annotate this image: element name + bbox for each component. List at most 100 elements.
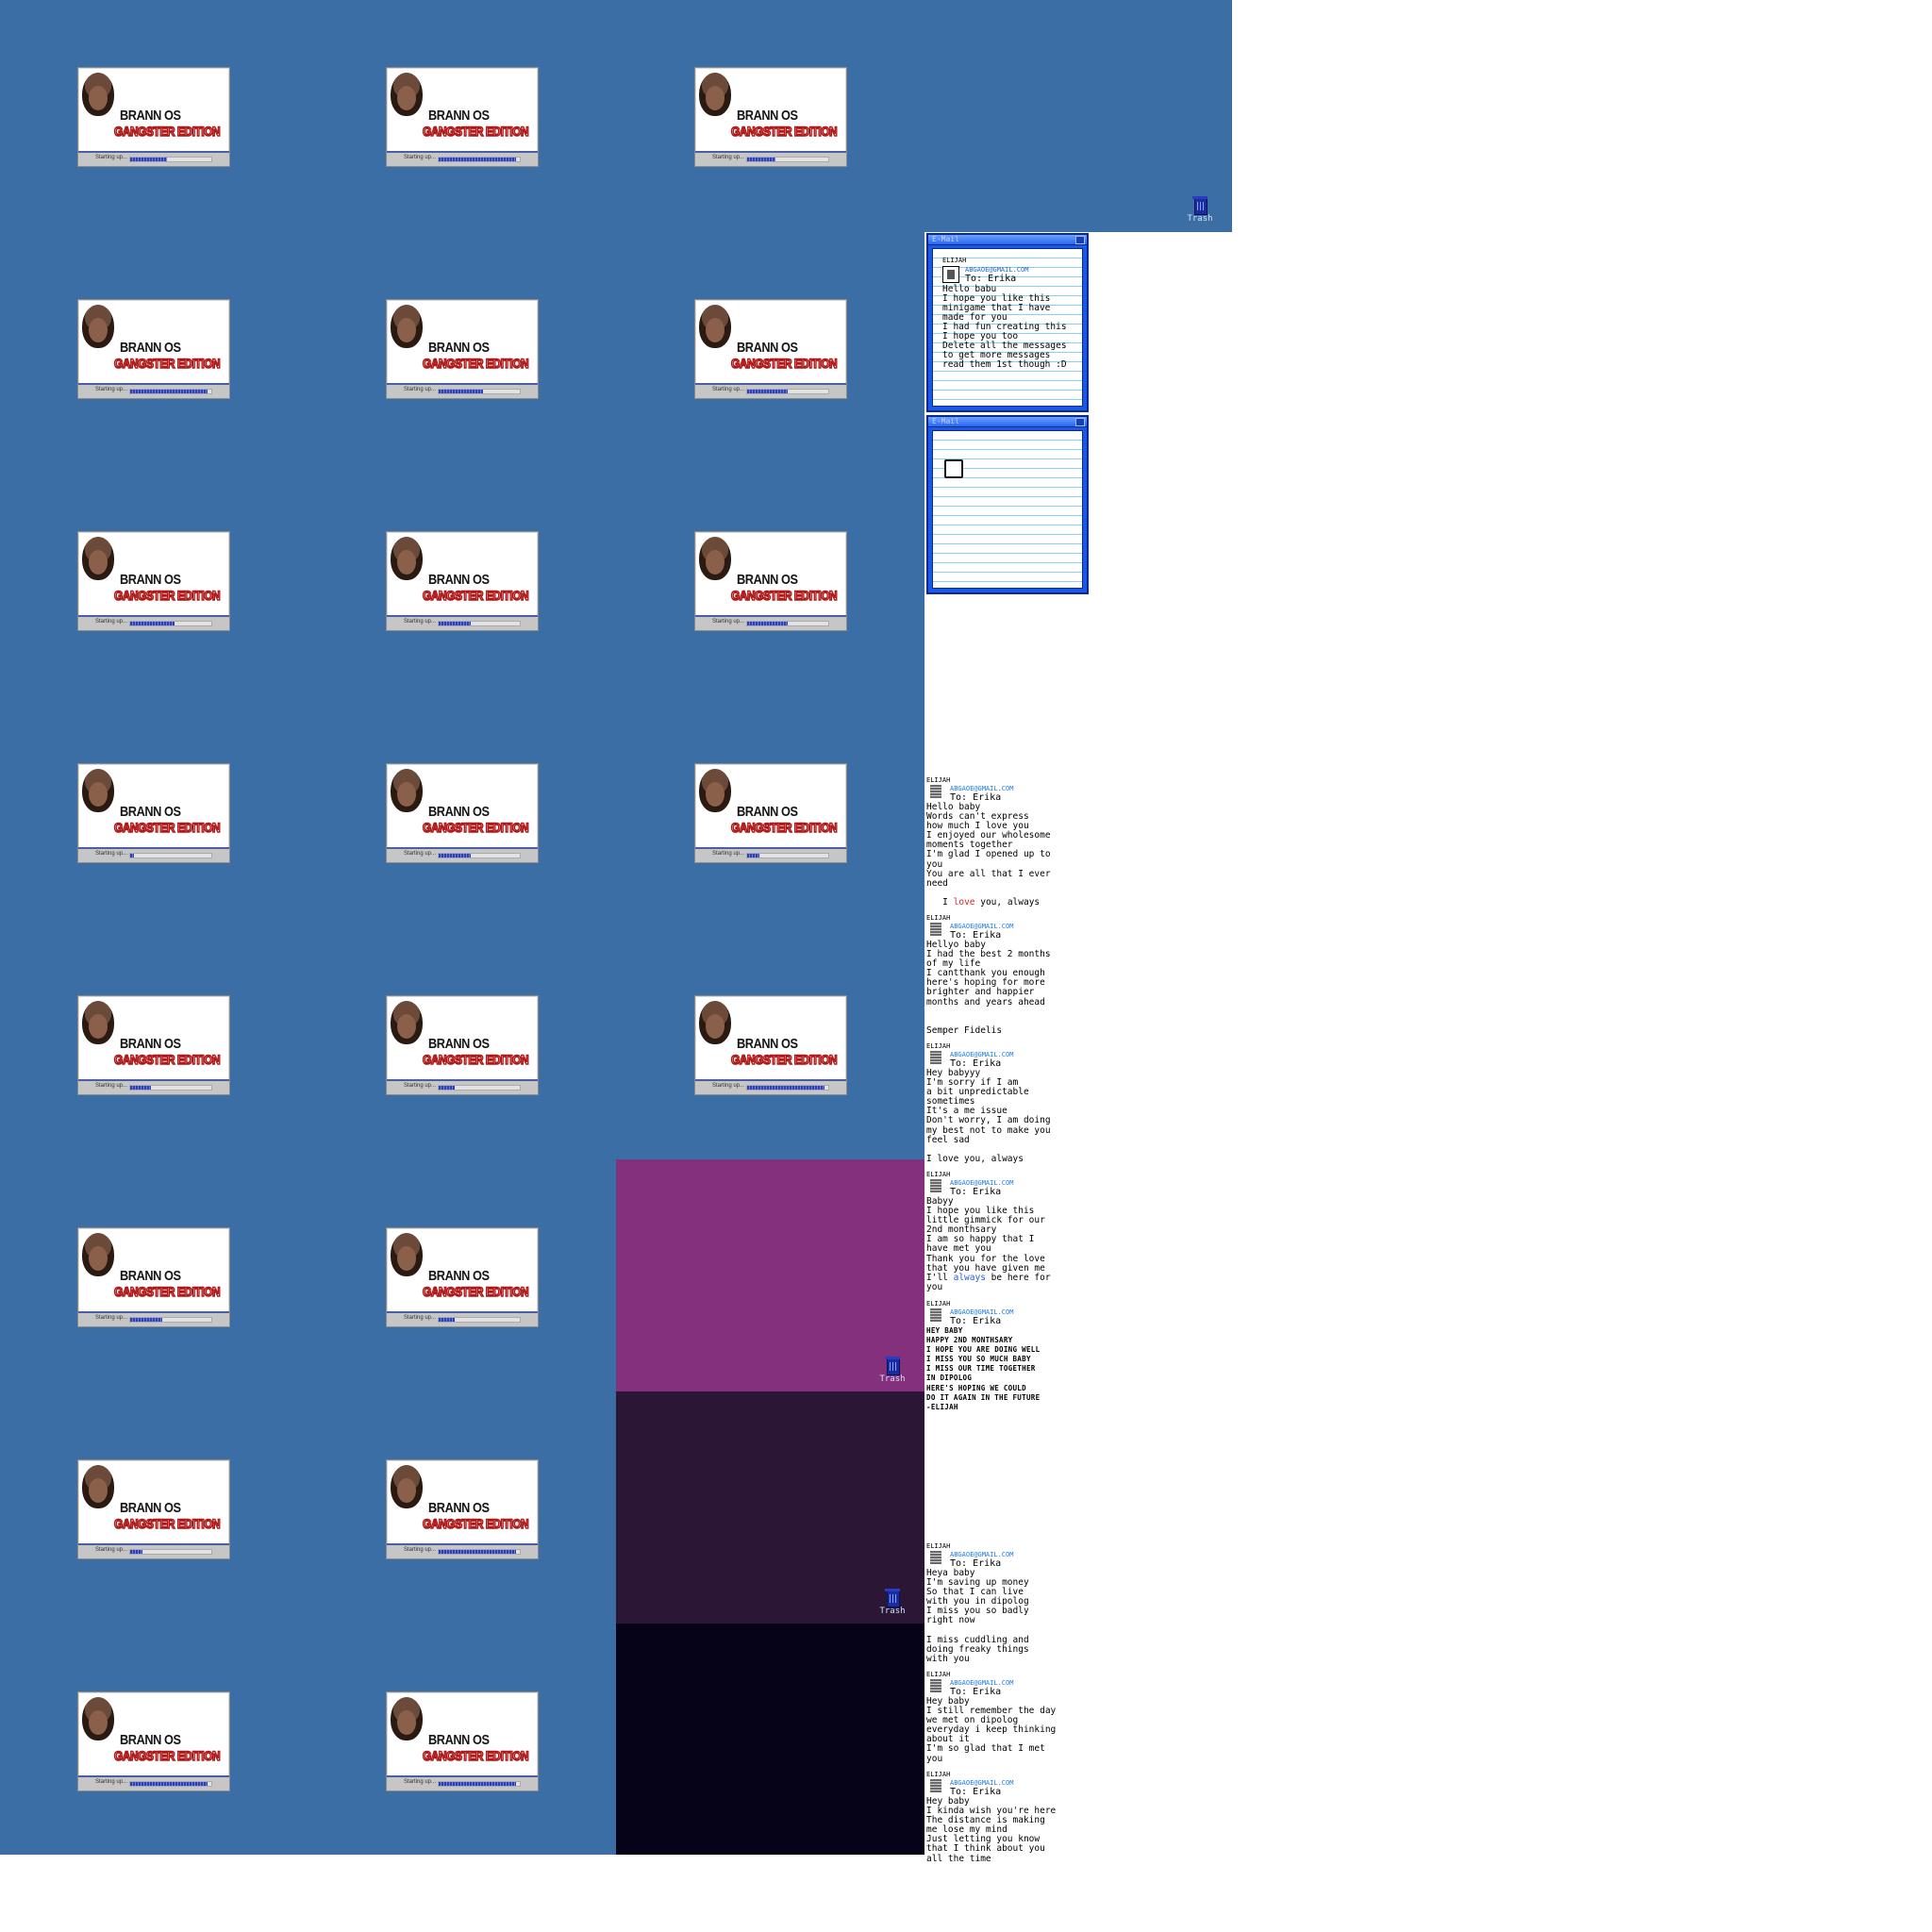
window-titlebar[interactable]: E-Mail	[928, 235, 1087, 245]
os-title: BRANN OS	[120, 108, 181, 124]
boot-screen-window: BRANN OS GANGSTER EDITION Starting up...	[694, 299, 847, 399]
avatar-photo	[391, 1233, 423, 1276]
sender-email: ABGAOE@GMAIL.COM	[950, 1551, 1014, 1558]
status-label: Starting up...	[404, 1779, 437, 1785]
status-bar: Starting up...	[695, 847, 846, 862]
close-icon[interactable]	[1075, 418, 1085, 426]
status-label: Starting up...	[95, 1547, 128, 1553]
avatar-photo	[82, 1001, 114, 1044]
trash-icon[interactable]: Trash	[879, 1357, 906, 1387]
status-label: Starting up...	[404, 1315, 437, 1321]
progress-track	[129, 1085, 212, 1091]
progress-fill	[439, 1318, 456, 1322]
os-subtitle: GANGSTER EDITION	[113, 123, 221, 140]
status-bar: Starting up...	[695, 615, 846, 630]
os-title: BRANN OS	[120, 1732, 181, 1748]
os-title: BRANN OS	[120, 1500, 181, 1516]
desktop-panel-navy	[616, 1624, 924, 1855]
avatar-photo	[391, 769, 423, 812]
os-subtitle: GANGSTER EDITION	[422, 819, 529, 836]
trash-icon[interactable]: Trash	[1187, 196, 1213, 226]
avatar-icon	[930, 1179, 941, 1192]
trash-can-icon	[885, 1357, 900, 1375]
window-titlebar[interactable]: E-Mail	[928, 417, 1087, 427]
sender-email: ABGAOE@GMAIL.COM	[965, 266, 1029, 274]
status-label: Starting up...	[95, 1779, 128, 1785]
status-bar: Starting up...	[78, 383, 229, 398]
os-subtitle: GANGSTER EDITION	[422, 1515, 529, 1532]
message-text: Hello baby Words can't express how much …	[926, 802, 1051, 908]
email-paper: ELIJAH ABGAOE@GMAIL.COM To: Erika Hello …	[932, 248, 1083, 407]
boot-screen-window: BRANN OS GANGSTER EDITION Starting up...	[694, 531, 847, 631]
avatar-icon	[930, 1308, 941, 1322]
sender-name: ELIJAH	[926, 1771, 951, 1778]
status-label: Starting up...	[95, 387, 128, 392]
trash-label: Trash	[879, 1374, 906, 1384]
message-body: Hello baby Words can't express how much …	[926, 802, 1077, 908]
message-text: you, always	[974, 896, 1041, 908]
progress-fill	[130, 1782, 208, 1786]
os-title: BRANN OS	[120, 1036, 181, 1052]
sender-name: ELIJAH	[926, 1671, 951, 1678]
os-title: BRANN OS	[120, 340, 181, 356]
sender-email: ABGAOE@GMAIL.COM	[950, 1179, 1014, 1187]
sender-name: ELIJAH	[926, 1542, 951, 1550]
progress-fill	[130, 622, 175, 625]
progress-track	[129, 1317, 212, 1323]
boot-screen-window: BRANN OS GANGSTER EDITION Starting up...	[77, 1459, 230, 1559]
trash-icon[interactable]: Trash	[879, 1589, 906, 1619]
os-subtitle: GANGSTER EDITION	[113, 1051, 221, 1068]
avatar-photo	[699, 73, 731, 116]
sender-name: ELIJAH	[926, 1171, 951, 1178]
boot-screen-window: BRANN OS GANGSTER EDITION Starting up...	[694, 763, 847, 863]
status-label: Starting up...	[404, 1083, 437, 1089]
progress-track	[438, 1781, 521, 1787]
desktop-panel-dark-purple	[616, 1391, 924, 1624]
status-bar: Starting up...	[387, 1543, 538, 1558]
close-icon[interactable]	[1075, 236, 1085, 244]
os-title: BRANN OS	[428, 108, 490, 124]
message-highlight: always	[953, 1272, 986, 1283]
delete-checkbox[interactable]	[944, 459, 963, 478]
progress-track	[129, 853, 212, 858]
avatar-photo	[391, 1001, 423, 1044]
boot-screen-window: BRANN OS GANGSTER EDITION Starting up...	[77, 995, 230, 1095]
status-label: Starting up...	[404, 155, 437, 160]
status-bar: Starting up...	[695, 1079, 846, 1094]
avatar-icon	[930, 1551, 941, 1564]
avatar-photo	[391, 305, 423, 348]
os-title: BRANN OS	[428, 572, 490, 588]
os-subtitle: GANGSTER EDITION	[422, 587, 529, 604]
boot-screen-window: BRANN OS GANGSTER EDITION Starting up...	[386, 67, 539, 167]
os-subtitle: GANGSTER EDITION	[113, 1283, 221, 1300]
status-label: Starting up...	[404, 851, 437, 857]
status-label: Starting up...	[95, 1315, 128, 1321]
progress-track	[129, 157, 212, 162]
status-bar: Starting up...	[387, 383, 538, 398]
avatar-photo	[699, 537, 731, 580]
boot-screen-window: BRANN OS GANGSTER EDITION Starting up...	[694, 995, 847, 1095]
status-bar: Starting up...	[78, 1311, 229, 1326]
os-title: BRANN OS	[120, 572, 181, 588]
sender-email: ABGAOE@GMAIL.COM	[950, 1679, 1014, 1687]
avatar-photo	[82, 1465, 114, 1508]
progress-fill	[130, 1550, 142, 1554]
progress-track	[438, 1317, 521, 1323]
status-bar: Starting up...	[78, 1079, 229, 1094]
os-title: BRANN OS	[737, 1036, 798, 1052]
status-label: Starting up...	[404, 619, 437, 625]
message-body: Hey baby I still remember the day we met…	[926, 1696, 1057, 1764]
status-label: Starting up...	[95, 155, 128, 160]
email-window-blank[interactable]: E-Mail	[926, 415, 1089, 594]
progress-track	[438, 1549, 521, 1555]
boot-screen-window: BRANN OS GANGSTER EDITION Starting up...	[386, 995, 539, 1095]
email-window-open[interactable]: E-Mail ELIJAH ABGAOE@GMAIL.COM To: Erika…	[926, 233, 1089, 412]
avatar-icon	[930, 1051, 941, 1064]
avatar-photo	[699, 305, 731, 348]
os-title: BRANN OS	[120, 804, 181, 820]
os-subtitle: GANGSTER EDITION	[730, 587, 838, 604]
sender-name: ELIJAH	[926, 914, 951, 922]
message-body: Heya baby I'm saving up money So that I …	[926, 1568, 1029, 1664]
avatar-photo	[82, 1233, 114, 1276]
sender-email: ABGAOE@GMAIL.COM	[950, 785, 1014, 792]
